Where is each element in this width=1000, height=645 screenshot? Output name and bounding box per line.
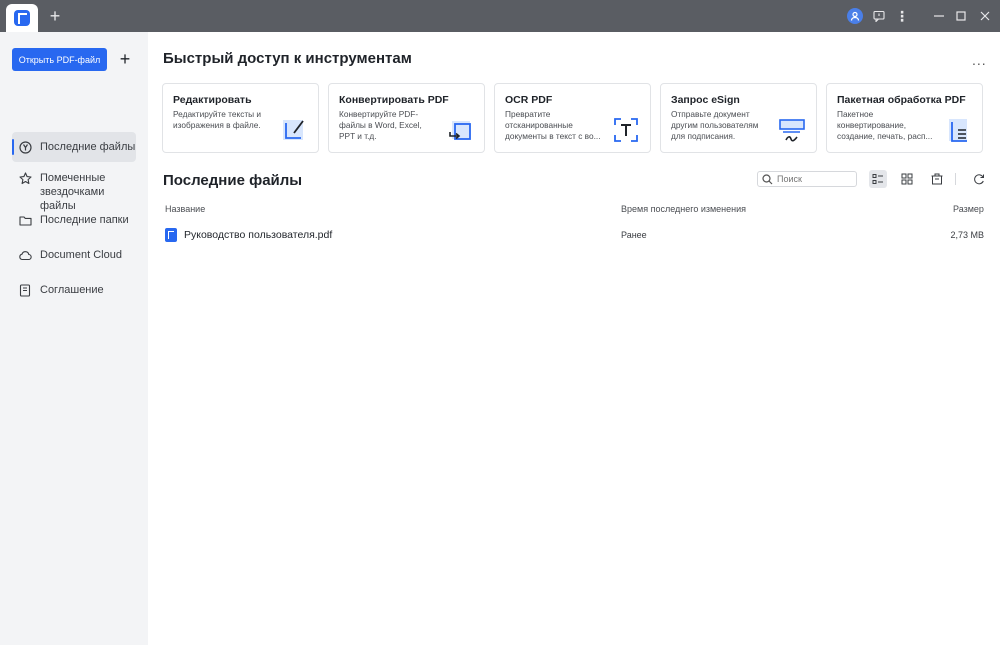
minimize-icon[interactable] [930,7,948,25]
tool-card-ocr[interactable]: OCR PDF Превратите отсканированные докум… [494,83,651,153]
open-pdf-button[interactable]: Открыть PDF-файл [12,48,107,71]
column-header-name[interactable]: Название [165,204,205,214]
clear-history-icon[interactable] [928,170,946,188]
tool-card-batch[interactable]: Пакетная обработка PDF Пакетное конверти… [826,83,983,153]
esign-icon [779,119,805,142]
feedback-icon[interactable] [870,7,888,25]
recent-files-title: Последние файлы [163,172,303,189]
column-header-size[interactable]: Размер [953,204,984,214]
recent-icon [18,140,32,154]
refresh-icon[interactable] [970,170,988,188]
file-size: 2,73 MB [950,230,984,240]
star-icon [18,171,32,185]
list-view-icon[interactable] [869,170,887,188]
document-icon [18,283,32,297]
sidebar: Открыть PDF-файл + Последние файлы Помеч… [0,32,148,645]
sidebar-item-recent-folders[interactable]: Последние папки [12,213,136,227]
card-description: Конвертируйте PDF-файлы в Word, Excel, P… [339,109,422,141]
new-tab-button[interactable]: + [46,6,64,26]
file-name: Руководство пользователя.pdf [184,229,333,241]
sidebar-item-label: Document Cloud [40,249,122,261]
home-tab[interactable] [6,4,38,32]
card-title: Пакетная обработка PDF [837,94,966,106]
app-logo-icon [14,10,30,26]
ocr-icon [614,118,638,142]
quick-access-title: Быстрый доступ к инструментам [163,50,412,67]
search-icon [762,173,773,184]
card-title: Конвертировать PDF [339,94,449,106]
menu-kebab-icon[interactable]: ⋮ [893,7,911,25]
sidebar-item-label: Помеченные звездочками файлы [40,172,106,212]
card-description: Редактируйте тексты и изображения в файл… [173,109,262,130]
sidebar-item-label: Соглашение [40,284,104,296]
search-field[interactable] [757,171,857,187]
account-avatar-icon[interactable] [847,8,863,24]
tool-card-esign[interactable]: Запрос eSign Отправьте документ другим п… [660,83,817,153]
table-row[interactable]: Руководство пользователя.pdf Ранее 2,73 … [158,223,990,247]
sidebar-item-label: Последние файлы [40,141,136,153]
add-button[interactable]: + [114,48,136,71]
main-content: Быстрый доступ к инструментам ... Редакт… [148,32,1000,645]
sidebar-item-agreement[interactable]: Соглашение [12,283,136,297]
grid-view-icon[interactable] [898,170,916,188]
sidebar-item-recent-files[interactable]: Последние файлы [12,132,136,162]
sidebar-item-document-cloud[interactable]: Document Cloud [12,248,136,262]
card-title: Редактировать [173,94,252,106]
card-title: Запрос eSign [671,94,740,106]
column-header-modified[interactable]: Время последнего изменения [621,204,746,214]
file-modified: Ранее [621,230,647,240]
pdf-file-icon [165,228,177,242]
card-description: Отправьте документ другим пользователям … [671,109,759,141]
folder-icon [18,213,32,227]
close-icon[interactable] [976,7,994,25]
card-title: OCR PDF [505,94,553,106]
title-bar: + ⋮ [0,0,1000,32]
tool-card-convert[interactable]: Конвертировать PDF Конвертируйте PDF-фай… [328,83,485,153]
convert-icon [449,121,471,140]
search-input[interactable] [777,174,855,184]
cloud-icon [18,248,32,262]
sidebar-item-starred-files[interactable]: Помеченные звездочками файлы [12,171,136,213]
edit-icon [283,120,304,140]
toolbar-divider [955,173,956,185]
more-options-icon[interactable]: ... [972,52,987,68]
card-description: Пакетное конвертирование, создание, печа… [837,109,933,141]
maximize-icon[interactable] [952,7,970,25]
card-description: Превратите отсканированные документы в т… [505,109,601,141]
sidebar-item-label: Последние папки [40,214,129,226]
batch-icon [949,119,967,142]
tool-card-edit[interactable]: Редактировать Редактируйте тексты и изоб… [162,83,319,153]
